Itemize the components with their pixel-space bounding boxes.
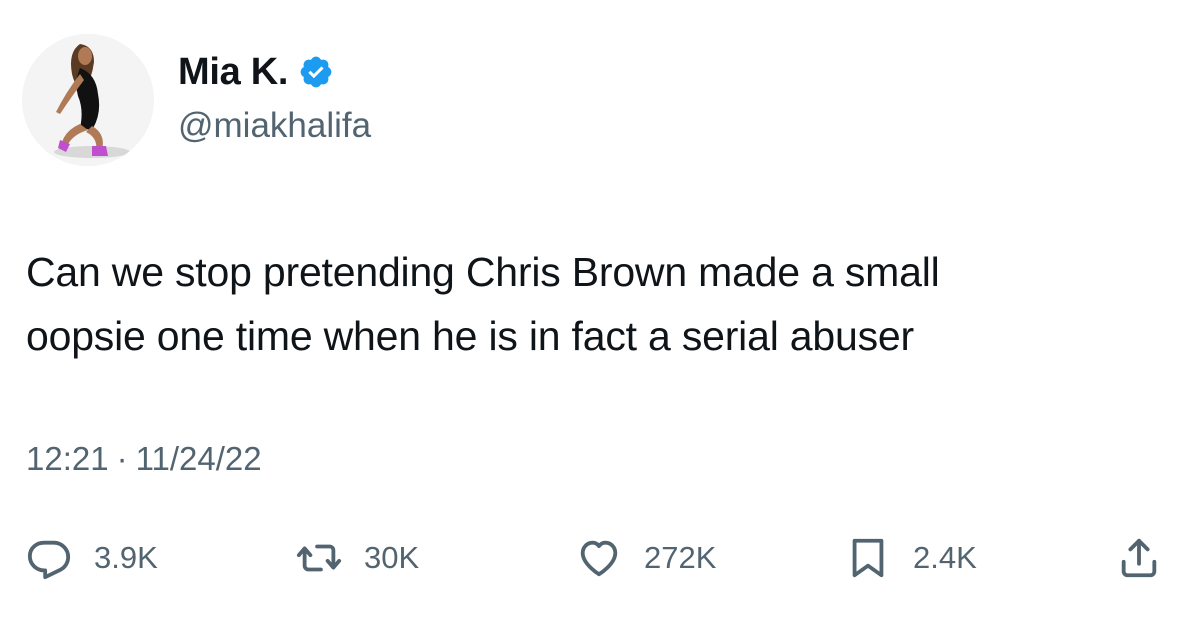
meta-separator: · bbox=[116, 440, 128, 477]
bookmark-count: 2.4K bbox=[913, 540, 977, 575]
heart-icon bbox=[580, 540, 618, 577]
share-button[interactable] bbox=[1116, 528, 1162, 588]
display-name[interactable]: Mia K. bbox=[178, 51, 288, 94]
avatar[interactable] bbox=[22, 34, 154, 166]
tweet-timestamp[interactable]: 12:21 · 11/24/22 bbox=[26, 440, 262, 478]
bookmark-button[interactable]: 2.4K bbox=[845, 528, 977, 588]
verified-badge-icon[interactable] bbox=[298, 54, 334, 90]
tweet-text: Can we stop pretending Chris Brown made … bbox=[26, 249, 940, 359]
author-name-row[interactable]: Mia K. bbox=[178, 48, 334, 96]
retweet-icon bbox=[296, 544, 342, 572]
user-handle[interactable]: @miakhalifa bbox=[178, 106, 371, 146]
retweet-button[interactable]: 30K bbox=[296, 528, 419, 588]
bookmark-icon bbox=[852, 538, 884, 578]
tweet-time[interactable]: 12:21 bbox=[26, 440, 109, 477]
like-button[interactable]: 272K bbox=[576, 528, 716, 588]
retweet-count: 30K bbox=[364, 540, 420, 575]
reply-count: 3.9K bbox=[94, 540, 158, 575]
avatar-illustration bbox=[22, 34, 154, 166]
reply-button[interactable]: 3.9K bbox=[26, 528, 158, 588]
reply-icon bbox=[27, 540, 71, 580]
tweet-date[interactable]: 11/24/22 bbox=[136, 440, 262, 477]
action-bar: 3.9K 30K 272K 2.4K bbox=[0, 528, 1200, 588]
share-icon bbox=[1121, 538, 1157, 578]
like-count: 272K bbox=[644, 540, 717, 575]
